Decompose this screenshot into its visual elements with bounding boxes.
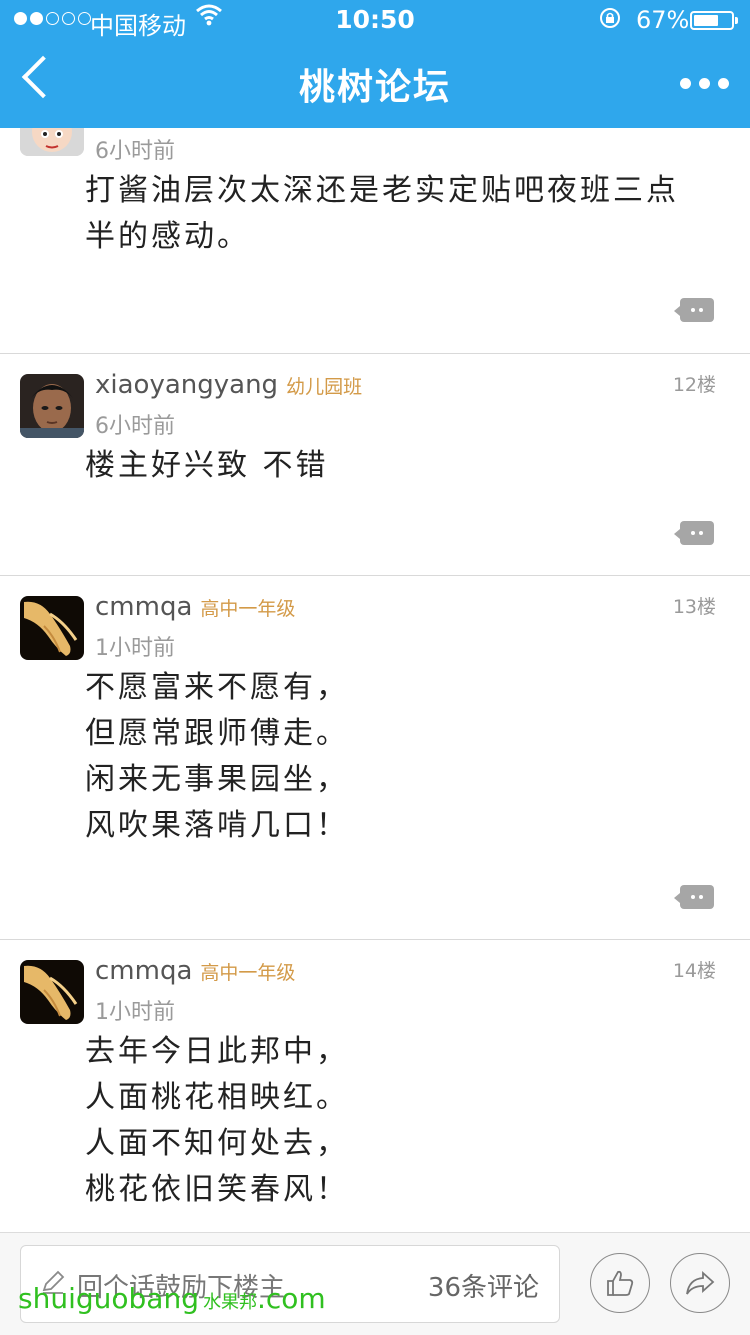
- watermark-text: shuiguobang: [18, 1282, 199, 1315]
- post-time: 6小时前: [95, 414, 175, 439]
- post-list[interactable]: 6小时前 打酱油层次太深还是老实定贴吧夜班三点半的感动。 xiaoyangyan…: [0, 128, 750, 1232]
- floor-number: 12楼: [672, 374, 716, 396]
- battery-icon: [690, 11, 738, 30]
- comment-icon[interactable]: [674, 885, 714, 909]
- post-item: xiaoyangyang 幼儿园班 12楼 6小时前 楼主好兴致 不错: [0, 354, 750, 576]
- post-user[interactable]: xiaoyangyang 幼儿园班: [95, 370, 362, 400]
- status-bar: 中国移动 10:50 67%: [0, 0, 750, 40]
- username[interactable]: xiaoyangyang: [95, 370, 278, 400]
- post-item: cmmqa 高中一年级 14楼 1小时前 去年今日此邦中， 人面桃花相映红。 人面…: [0, 940, 750, 1232]
- thumbs-up-icon[interactable]: [590, 1253, 650, 1313]
- page-title: 桃树论坛: [298, 67, 451, 108]
- floor-number: 13楼: [672, 596, 716, 618]
- user-level-badge: 幼儿园班: [286, 376, 363, 398]
- comment-count[interactable]: 36条评论: [428, 1267, 539, 1304]
- username[interactable]: cmmqa: [95, 956, 192, 986]
- post-time: 1小时前: [95, 636, 175, 661]
- username[interactable]: cmmqa: [95, 592, 192, 622]
- more-dots-icon[interactable]: [680, 78, 729, 89]
- rotation-lock-icon: [598, 6, 622, 36]
- user-level-badge: 高中一年级: [200, 598, 296, 620]
- post-item: cmmqa 高中一年级 13楼 1小时前 不愿富来不愿有， 但愿常跟师傅走。 闲来…: [0, 576, 750, 940]
- post-item: 6小时前 打酱油层次太深还是老实定贴吧夜班三点半的感动。: [0, 128, 750, 354]
- post-content: 楼主好兴致 不错: [85, 448, 329, 483]
- floor-number: 14楼: [672, 960, 716, 982]
- post-content: 去年今日此邦中， 人面桃花相映红。 人面不知何处去， 桃花依旧笑春风！: [85, 1034, 349, 1207]
- avatar[interactable]: [20, 128, 84, 156]
- watermark-sub: 水果邦: [202, 1292, 257, 1313]
- post-content: 打酱油层次太深还是老实定贴吧夜班三点半的感动。: [85, 173, 679, 254]
- post-content: 不愿富来不愿有， 但愿常跟师傅走。 闲来无事果园坐， 风吹果落啃几口！: [85, 670, 349, 843]
- post-time: 6小时前: [95, 139, 175, 164]
- share-icon[interactable]: [670, 1253, 730, 1313]
- post-time: 1小时前: [95, 1000, 175, 1025]
- avatar[interactable]: [20, 960, 84, 1024]
- comment-icon[interactable]: [674, 521, 714, 545]
- watermark: shuiguobang 水果邦.com: [18, 1282, 326, 1315]
- post-user[interactable]: cmmqa 高中一年级: [95, 956, 295, 986]
- post-user[interactable]: cmmqa 高中一年级: [95, 592, 295, 622]
- watermark-suffix: .com: [256, 1282, 326, 1315]
- comment-icon[interactable]: [674, 298, 714, 322]
- user-level-badge: 高中一年级: [200, 962, 296, 984]
- top-bar: 中国移动 10:50 67% 桃树论坛: [0, 0, 750, 128]
- avatar[interactable]: [20, 374, 84, 438]
- avatar[interactable]: [20, 596, 84, 660]
- battery-percentage: 67%: [636, 6, 690, 34]
